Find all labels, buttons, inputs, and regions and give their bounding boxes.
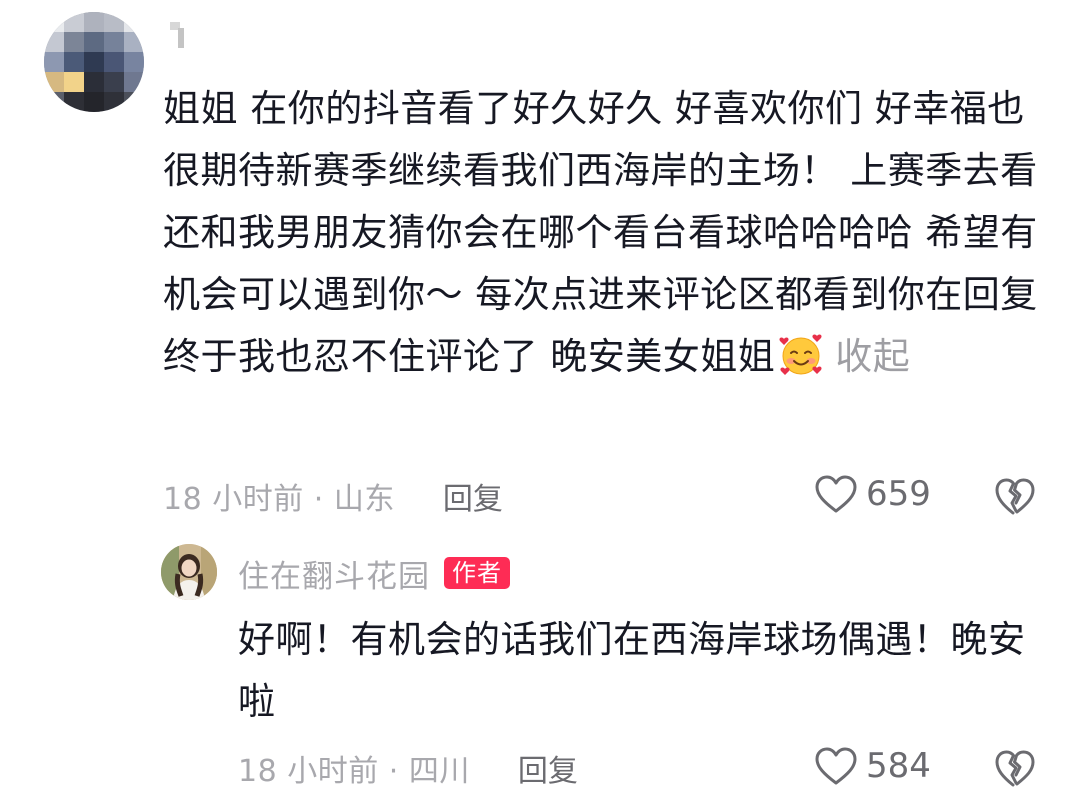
heart-outline-icon xyxy=(815,747,857,785)
broken-heart-icon xyxy=(995,750,1035,787)
author-avatar[interactable] xyxy=(161,544,217,600)
author-username[interactable]: 住在翻斗花园 xyxy=(238,551,430,596)
comment-time-location: 18 小时前 · 山东 xyxy=(163,482,395,517)
dislike-button[interactable] xyxy=(994,476,1036,516)
like-button[interactable]: 659 xyxy=(814,474,931,514)
like-count: 659 xyxy=(866,474,931,514)
broken-heart-icon xyxy=(995,478,1035,515)
reply-header: 住在翻斗花园 作者 xyxy=(238,551,510,596)
reply-button[interactable]: 回复 xyxy=(443,474,503,518)
commenter-username-redacted[interactable] xyxy=(168,22,188,48)
reply-to-reply-button[interactable]: 回复 xyxy=(518,746,578,790)
comment-body: 姐姐 在你的抖音看了好久好久 好喜欢你们 好幸福也很期待新赛季继续看我们西海岸的… xyxy=(163,78,1043,388)
commenter-avatar[interactable] xyxy=(44,12,144,112)
reply-time-location: 18 小时前 · 四川 xyxy=(238,754,470,789)
collapse-link[interactable]: 收起 xyxy=(835,335,910,378)
heart-outline-icon xyxy=(815,475,857,513)
reply-like-button[interactable]: 584 xyxy=(814,746,931,786)
author-badge: 作者 xyxy=(444,557,510,589)
smiling-face-with-hearts-icon xyxy=(779,333,823,377)
reply-meta: 18 小时前 · 四川 回复 xyxy=(238,746,578,790)
reply-body: 好啊！有机会的话我们在西海岸球场偶遇！晚安啦 xyxy=(238,618,1026,723)
reply-like-count: 584 xyxy=(866,746,931,786)
reply-dislike-button[interactable] xyxy=(994,748,1036,788)
comment-meta: 18 小时前 · 山东 回复 xyxy=(163,474,503,518)
